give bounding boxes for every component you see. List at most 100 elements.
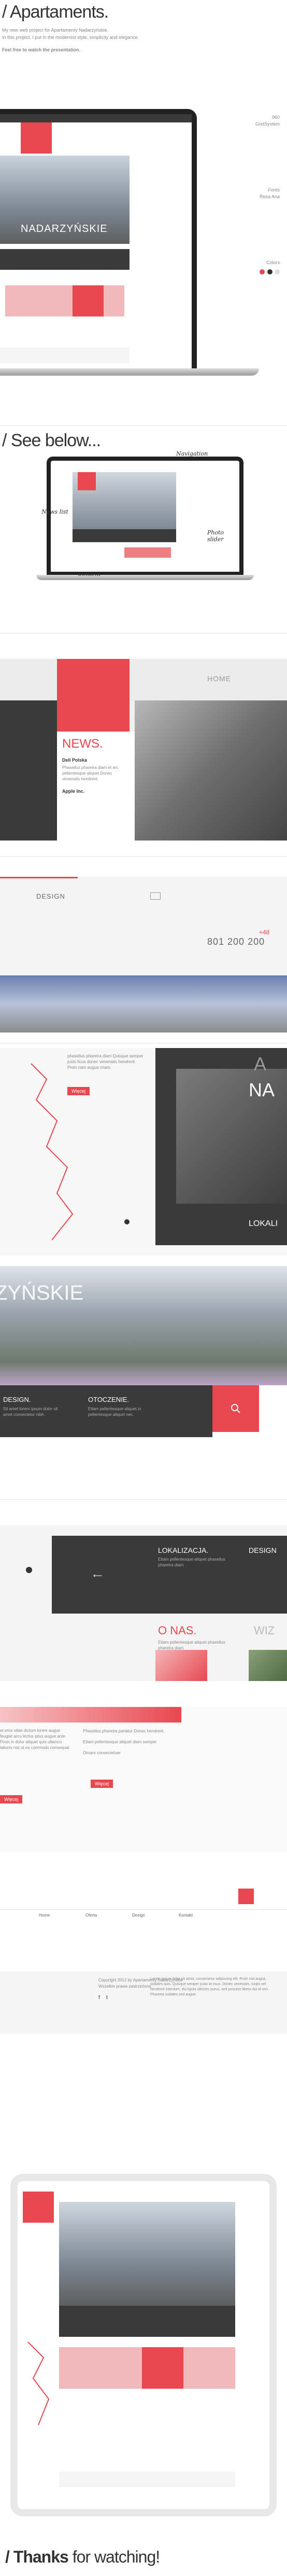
laptop-mockup-2: Navigation News list Photo slider Conten… bbox=[36, 450, 254, 581]
twitter-icon[interactable]: t bbox=[106, 1995, 108, 2001]
tablet-tile-red bbox=[142, 2347, 183, 2389]
tablet-red-block bbox=[23, 2192, 54, 2223]
map-more-button[interactable]: Więcej bbox=[67, 1087, 90, 1095]
footer-nav-home[interactable]: Home bbox=[39, 1913, 50, 1918]
design-label[interactable]: DESIGN bbox=[36, 892, 65, 900]
grid-label: 960 bbox=[271, 115, 280, 120]
footer-nav-kontakt[interactable]: Kontakt bbox=[179, 1913, 193, 1918]
home-top-bar bbox=[0, 659, 287, 700]
fonts-value: Rosa Ana bbox=[259, 194, 280, 199]
building-section: ZYŃSKIE DESIGN. Sit amet lorem ipsum dol… bbox=[0, 1266, 287, 1453]
laptop-mockup-1: NADARZYŃSKIE 960 GridSystem Fonts Rosa A… bbox=[0, 67, 287, 389]
intro-title: / Apartaments. bbox=[2, 2, 109, 22]
footer-nav-oferta[interactable]: Oferta bbox=[85, 1913, 97, 1918]
thanks-line: / Thanks for watching! bbox=[5, 2547, 160, 2567]
tile-photo-2 bbox=[249, 1650, 287, 1681]
col1-text: Sit amet lorem ipsum dolor sit amet cons… bbox=[3, 1407, 58, 1417]
tablet-dark-panel bbox=[59, 2306, 235, 2337]
screen-tile-red bbox=[73, 285, 104, 316]
colors-label: Colors bbox=[266, 260, 280, 265]
colors-info: Colors bbox=[223, 259, 280, 277]
home-red-block bbox=[57, 659, 130, 732]
screen-dark-panel bbox=[0, 249, 130, 270]
tablet-hero bbox=[59, 2202, 235, 2306]
annotation-slider: Photo slider bbox=[207, 529, 224, 543]
thanks-rest: for watching! bbox=[72, 2547, 160, 2566]
phone-number: 801 200 200 bbox=[207, 936, 265, 947]
intro-line1: My new web project for Apartamenty Nadar… bbox=[2, 27, 109, 33]
intro-section: / Apartaments. My new web project for Ap… bbox=[0, 0, 287, 73]
tile-dark-1 bbox=[52, 1536, 155, 1614]
tablet-mockup bbox=[10, 2174, 277, 2516]
news-title: NEWS. bbox=[62, 737, 103, 751]
col2-text: Etiam pellentesque aliquet in pellentesq… bbox=[88, 1407, 141, 1417]
design-section: DESIGN +48 801 200 200 bbox=[0, 877, 287, 1032]
tablet-map-outline bbox=[27, 2341, 50, 2426]
bullet-1: Phasellus pharetra pariatur Donec hendre… bbox=[83, 1729, 165, 1733]
mail-icon[interactable] bbox=[150, 892, 161, 900]
annotation-navigation: Navigation bbox=[176, 450, 208, 457]
news-item-title: Deli Polska bbox=[62, 757, 88, 763]
laptop-base bbox=[0, 368, 259, 376]
arrow-left-icon[interactable]: ⟵ bbox=[93, 1572, 102, 1579]
screen-header-bar bbox=[0, 114, 192, 122]
design-red-line bbox=[0, 877, 78, 878]
facebook-icon[interactable]: f bbox=[98, 1995, 100, 2001]
search-button[interactable] bbox=[212, 1385, 259, 1432]
region-map-outline bbox=[31, 1063, 74, 1241]
map-section: phasellus pharetra diam Quisque semper j… bbox=[0, 1048, 287, 1256]
news-link[interactable]: Apple Inc. bbox=[62, 789, 84, 794]
news-box: NEWS. Deli Polska Phasellus pharetra dia… bbox=[57, 732, 135, 841]
annotation-news: News list bbox=[41, 508, 68, 515]
menu-home[interactable]: HOME bbox=[207, 674, 231, 683]
tiles-map-pin-icon[interactable] bbox=[26, 1567, 32, 1573]
bullet-3: Ornare consectetuer bbox=[83, 1751, 121, 1755]
building-watermark: ZYŃSKIE bbox=[0, 1282, 84, 1304]
map-right-bottom: LOKALI bbox=[249, 1219, 278, 1228]
map-text: phasellus pharetra diam Quisque semper j… bbox=[67, 1054, 144, 1070]
footer-nav: Home Oferta Design Kontakt bbox=[0, 1909, 287, 1920]
content-left-text: et eros vitae dictum lorem augue feugiat… bbox=[0, 1728, 69, 1750]
bullet-2: Etiam pellentesque aliquet diam semper bbox=[83, 1740, 157, 1744]
see-below-title: / See below... bbox=[2, 431, 101, 450]
home-dark-panel bbox=[0, 700, 57, 841]
phone-prefix: +48 bbox=[259, 929, 270, 936]
footer-red-square[interactable] bbox=[238, 1889, 254, 1904]
content-red-photo bbox=[0, 1707, 181, 1723]
map-pin-icon[interactable] bbox=[124, 1219, 130, 1224]
tile-lokalizacja-text: Etiam pellentesque aliquet phasellus pha… bbox=[158, 1557, 225, 1567]
content-more-button[interactable]: Więcej bbox=[91, 1780, 113, 1788]
screen-red-block bbox=[21, 122, 52, 154]
tiles-section: ⟵ LOKALIZACJA. Etiam pellentesque alique… bbox=[0, 1525, 287, 1681]
fonts-label: Fonts bbox=[268, 187, 280, 192]
tile-lokalizacja[interactable]: LOKALIZACJA. bbox=[158, 1546, 208, 1554]
footer-info: Copyright 2012 by Apartamenty Nadarzyńsk… bbox=[0, 1972, 287, 2034]
rights: Wszelkie prawa zastrzeżone. bbox=[98, 1984, 152, 1989]
col1-title: DESIGN. bbox=[3, 1396, 31, 1403]
laptop2-red bbox=[78, 472, 96, 490]
footer-nav-section: Home Oferta Design Kontakt bbox=[0, 1868, 287, 1920]
content-bullets: Phasellus pharetra pariatur Donec hendre… bbox=[83, 1728, 166, 1756]
tile-flower-photo bbox=[155, 1650, 207, 1681]
color-swatches bbox=[223, 268, 280, 277]
tile-wiz[interactable]: WIZ bbox=[254, 1624, 275, 1637]
screen-footer bbox=[0, 348, 130, 363]
annotation-content: Content bbox=[78, 571, 101, 577]
swatch-light bbox=[275, 269, 280, 274]
swatch-red bbox=[260, 269, 265, 274]
screen-content: NADARZYŃSKIE bbox=[0, 114, 192, 368]
laptop2-base bbox=[36, 575, 254, 580]
fonts-info: Fonts Rosa Ana bbox=[223, 187, 280, 200]
news-item-text: Phasellus pharetra diam et arc pellentes… bbox=[62, 765, 119, 781]
search-icon bbox=[231, 1404, 240, 1413]
laptop2-dark bbox=[73, 529, 176, 542]
laptop2-tiles bbox=[124, 547, 171, 558]
tile-design[interactable]: DESIGN bbox=[249, 1546, 277, 1554]
screen-brand: NADARZYŃSKIE bbox=[21, 223, 108, 235]
footer-nav-design[interactable]: Design bbox=[132, 1913, 145, 1918]
content-left-button[interactable]: Więcej bbox=[0, 1795, 23, 1803]
map-right-top2: NA bbox=[249, 1079, 275, 1100]
tablet-footer bbox=[59, 2472, 235, 2487]
content-section: et eros vitae dictum lorem augue feugiat… bbox=[0, 1707, 287, 1852]
tile-onas[interactable]: O NAS. bbox=[158, 1624, 197, 1637]
